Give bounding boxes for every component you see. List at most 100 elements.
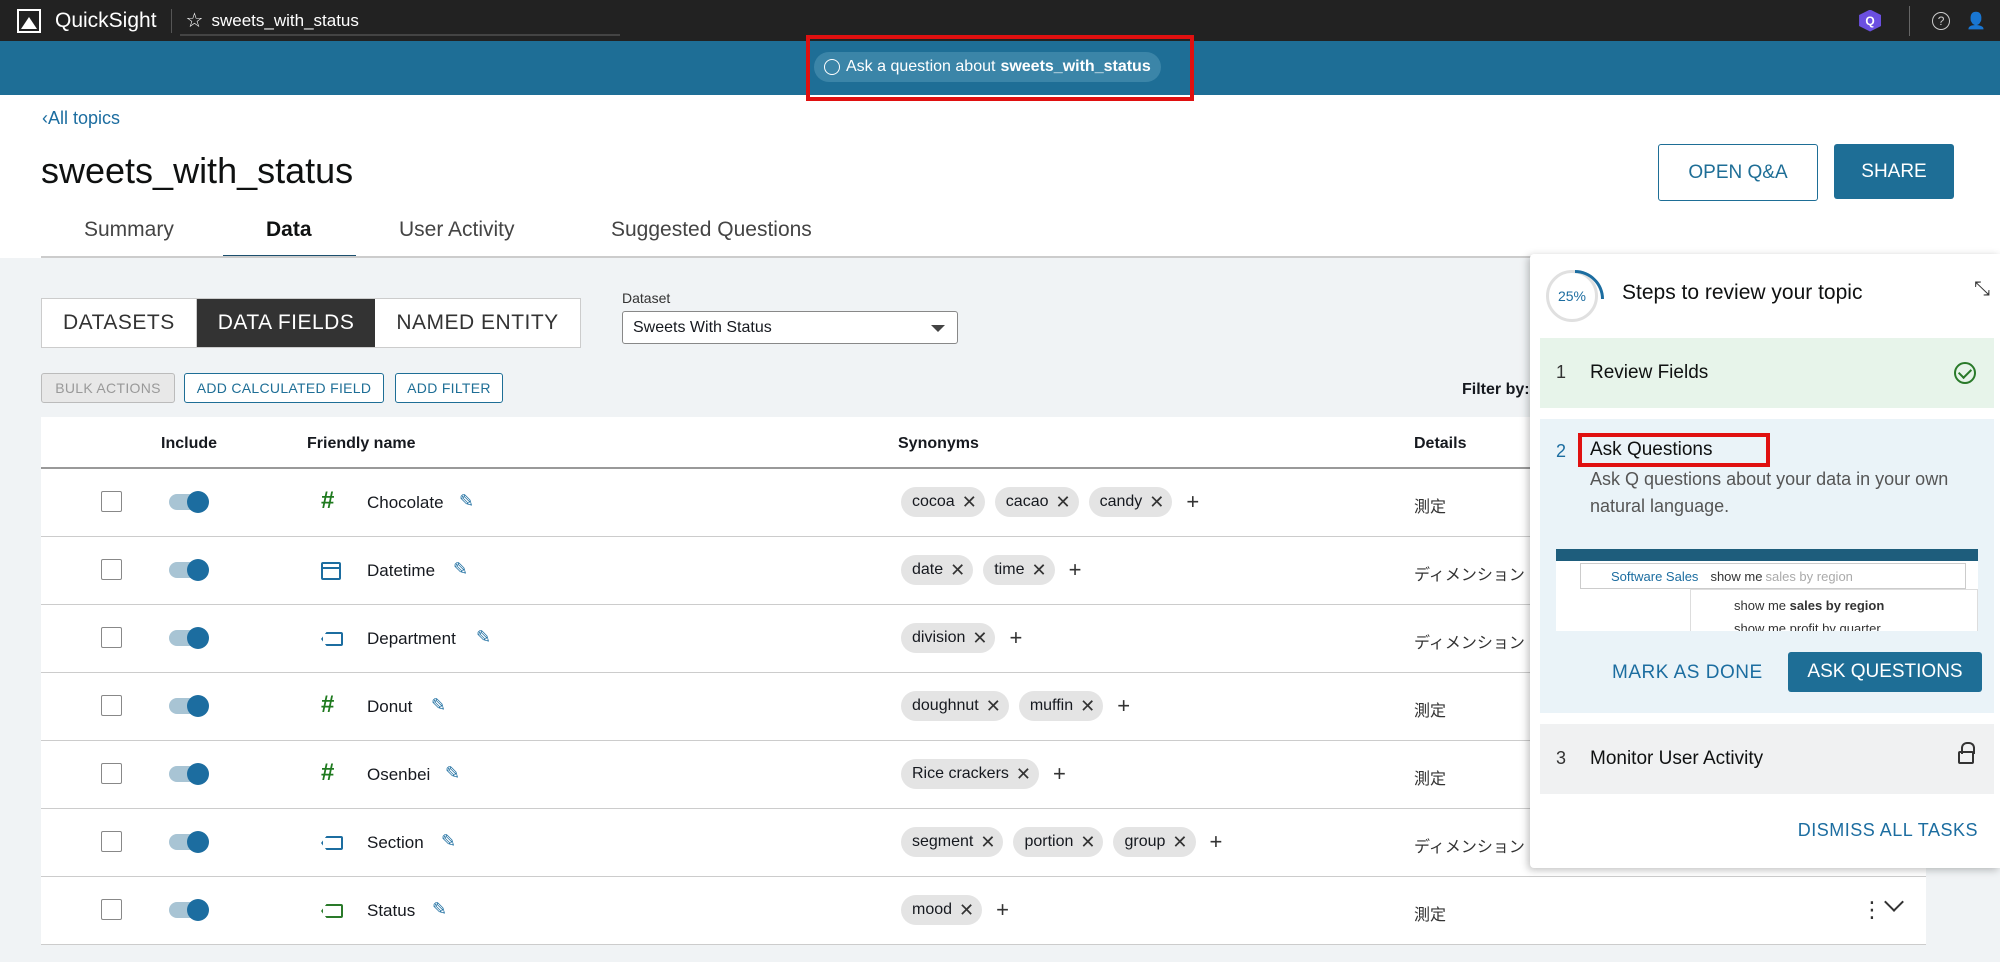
include-toggle[interactable] <box>169 899 209 921</box>
chevron-down-icon[interactable] <box>1884 892 1904 912</box>
collapse-icon[interactable]: ⤡ <box>1974 278 1990 301</box>
synonym-label: segment <box>912 833 974 850</box>
panel-title: Steps to review your topic <box>1622 281 1863 304</box>
add-synonym-plus-icon[interactable]: + <box>996 897 1009 923</box>
preview-band <box>1556 549 1978 561</box>
remove-x-icon[interactable]: ✕ <box>1080 832 1095 853</box>
synonym-list: segment ✕ portion ✕ group ✕ + <box>901 827 1222 857</box>
synonym-chip: segment ✕ <box>901 827 1004 857</box>
tab-user-activity[interactable]: User Activity <box>399 218 515 242</box>
page-title: sweets_with_status <box>41 150 354 191</box>
edit-pencil-icon[interactable]: ✎ <box>431 695 446 716</box>
remove-x-icon[interactable]: ✕ <box>1080 696 1095 717</box>
check-circle-icon <box>1954 362 1976 384</box>
step-title: Monitor User Activity <box>1590 748 1764 769</box>
synonym-chip: portion ✕ <box>1013 827 1104 857</box>
edit-pencil-icon[interactable]: ✎ <box>459 491 474 512</box>
back-link-label: All topics <box>48 108 121 128</box>
row-checkbox[interactable] <box>101 763 122 784</box>
remove-x-icon[interactable]: ✕ <box>950 560 965 581</box>
synonym-label: mood <box>912 901 953 918</box>
remove-x-icon[interactable]: ✕ <box>1056 492 1071 513</box>
segment-named-entity[interactable]: NAMED ENTITY <box>375 299 579 347</box>
edit-pencil-icon[interactable]: ✎ <box>445 763 460 784</box>
caret-down-icon <box>931 325 945 332</box>
remove-x-icon[interactable]: ✕ <box>986 696 1001 717</box>
add-synonym-plus-icon[interactable]: + <box>1210 829 1223 855</box>
synonym-chip: date ✕ <box>901 555 974 585</box>
preview-topic: Software Sales <box>1611 569 1699 584</box>
synonym-label: division <box>912 629 966 646</box>
add-synonym-plus-icon[interactable]: + <box>1186 489 1199 515</box>
help-icon[interactable]: ? <box>1932 11 1951 30</box>
quicksight-logo-icon[interactable] <box>17 8 41 33</box>
add-synonym-plus-icon[interactable]: + <box>1069 557 1082 583</box>
share-button[interactable]: SHARE <box>1834 144 1954 199</box>
row-checkbox[interactable] <box>101 559 122 580</box>
more-options-icon[interactable]: ⋮ <box>1861 897 1883 923</box>
remove-x-icon[interactable]: ✕ <box>1031 560 1046 581</box>
user-icon[interactable]: 👤 <box>1966 11 1986 31</box>
remove-x-icon[interactable]: ✕ <box>1172 832 1187 853</box>
remove-x-icon[interactable]: ✕ <box>962 492 977 513</box>
edit-pencil-icon[interactable]: ✎ <box>432 899 447 920</box>
row-checkbox[interactable] <box>101 899 122 920</box>
edit-pencil-icon[interactable]: ✎ <box>453 559 468 580</box>
tab-suggested-questions[interactable]: Suggested Questions <box>611 218 812 242</box>
back-link[interactable]: ‹All topics <box>42 108 120 129</box>
include-toggle[interactable] <box>169 491 209 513</box>
row-checkbox[interactable] <box>101 831 122 852</box>
synonym-label: candy <box>1099 493 1143 510</box>
edit-pencil-icon[interactable]: ✎ <box>476 627 491 648</box>
field-name: Section <box>367 833 424 852</box>
add-calculated-field-button[interactable]: ADD CALCULATED FIELD <box>184 373 384 403</box>
step-monitor-user-activity[interactable]: 3 Monitor User Activity <box>1540 724 1994 794</box>
preview-typed: show me <box>1710 569 1763 584</box>
preview-placeholder: sales by region <box>1765 569 1853 584</box>
remove-x-icon[interactable]: ✕ <box>959 900 974 921</box>
dataset-select[interactable]: Sweets With Status <box>622 311 958 344</box>
review-steps-panel: 25% Steps to review your topic ⤡ 1 Revie… <box>1530 254 2000 868</box>
segment-datasets[interactable]: DATASETS <box>42 299 197 347</box>
add-filter-button[interactable]: ADD FILTER <box>395 373 503 403</box>
ask-questions-button[interactable]: ASK QUESTIONS <box>1788 652 1982 692</box>
tag-green-icon <box>321 904 343 918</box>
include-toggle[interactable] <box>169 559 209 581</box>
remove-x-icon[interactable]: ✕ <box>1149 492 1164 513</box>
step-number: 3 <box>1556 748 1567 768</box>
field-name: Datetime <box>367 561 436 580</box>
q-hex-icon[interactable]: Q <box>1859 9 1882 32</box>
lock-icon <box>1958 742 1975 764</box>
dataset-label: Dataset <box>622 290 671 306</box>
app-name[interactable]: QuickSight <box>55 9 157 33</box>
remove-x-icon[interactable]: ✕ <box>980 832 995 853</box>
tab-data[interactable]: Data <box>266 218 312 242</box>
row-checkbox[interactable] <box>101 695 122 716</box>
remove-x-icon[interactable]: ✕ <box>1016 764 1031 785</box>
add-synonym-plus-icon[interactable]: + <box>1117 693 1130 719</box>
preview-suggestions: show me sales by region show me profit b… <box>1690 589 1978 631</box>
tag-icon <box>321 632 343 646</box>
include-toggle[interactable] <box>169 763 209 785</box>
segment-data-fields[interactable]: DATA FIELDS <box>196 299 376 347</box>
include-toggle[interactable] <box>169 695 209 717</box>
row-checkbox[interactable] <box>101 627 122 648</box>
bulk-actions-button[interactable]: BULK ACTIONS <box>41 373 175 403</box>
include-toggle[interactable] <box>169 831 209 853</box>
step-number: 1 <box>1556 362 1567 382</box>
open-qa-button[interactable]: OPEN Q&A <box>1658 144 1818 201</box>
remove-x-icon[interactable]: ✕ <box>972 628 987 649</box>
mark-as-done-button[interactable]: MARK AS DONE <box>1612 662 1763 684</box>
edit-pencil-icon[interactable]: ✎ <box>441 831 456 852</box>
star-icon[interactable]: ☆ <box>186 8 204 33</box>
suggestion-prefix: show me <box>1734 598 1790 613</box>
add-synonym-plus-icon[interactable]: + <box>1053 761 1066 787</box>
step-review-fields[interactable]: 1 Review Fields <box>1540 338 1994 408</box>
add-synonym-plus-icon[interactable]: + <box>1009 625 1022 651</box>
tab-summary[interactable]: Summary <box>84 218 174 242</box>
dismiss-all-tasks-button[interactable]: DISMISS ALL TASKS <box>1798 820 1978 841</box>
include-toggle[interactable] <box>169 627 209 649</box>
synonym-chip: muffin ✕ <box>1018 691 1104 721</box>
header-synonyms: Synonyms <box>898 435 979 452</box>
row-checkbox[interactable] <box>101 491 122 512</box>
